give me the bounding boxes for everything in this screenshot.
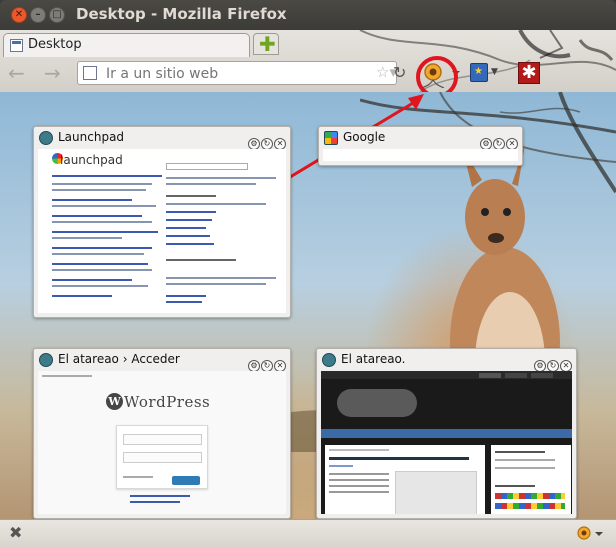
window-minimize-button[interactable]: –: [30, 7, 46, 23]
chevron-down-icon[interactable]: ▼: [491, 67, 498, 77]
wordpress-logo-icon: W: [106, 393, 123, 410]
new-tab-button[interactable]: ✚: [253, 32, 279, 56]
group-controls: ⚙ ↻ ✕: [247, 131, 286, 150]
site-nav: [321, 429, 572, 438]
bookmarks-icon[interactable]: ★: [470, 63, 488, 82]
site-logo: [337, 389, 417, 417]
window-title: Desktop - Mozilla Firefox: [76, 5, 287, 23]
window-maximize-button[interactable]: □: [49, 7, 65, 23]
group-header: Google ⚙ ↻ ✕: [319, 127, 522, 150]
forward-arrow-icon[interactable]: →: [44, 61, 61, 85]
tab-desktop[interactable]: Desktop: [3, 33, 250, 57]
tab-group-launchpad[interactable]: Launchpad ⚙ ↻ ✕ launchpad: [33, 126, 291, 318]
tab-thumbnail[interactable]: launchpad: [38, 149, 286, 313]
status-bar: ✖: [0, 519, 616, 547]
browser-chrome: Desktop ✚ ← → ☆▾ ↻ ★ ▼ ✱: [0, 30, 616, 92]
google-favicon-icon: [324, 131, 338, 145]
window-titlebar: ✕ – □ Desktop - Mozilla Firefox: [0, 0, 616, 30]
password-field[interactable]: [123, 452, 202, 463]
plus-icon: ✚: [259, 32, 276, 56]
username-field[interactable]: [123, 434, 202, 445]
group-header: El atareao. ⚙ ↻ ✕: [317, 349, 576, 372]
annotation-circle: [416, 56, 458, 92]
close-icon[interactable]: ✖: [9, 523, 22, 542]
tab-thumbnail[interactable]: W WordPress: [38, 371, 286, 514]
group-header: Launchpad ⚙ ↻ ✕: [34, 127, 290, 150]
group-header: El atareao › Acceder ⚙ ↻ ✕: [34, 349, 290, 372]
back-arrow-icon[interactable]: ←: [8, 61, 25, 85]
tab-group-atareao-login[interactable]: El atareao › Acceder ⚙ ↻ ✕ W WordPress: [33, 348, 291, 519]
url-bar[interactable]: ☆▾: [77, 61, 397, 85]
addon-icon[interactable]: ✱: [518, 62, 540, 84]
group-controls: ⚙ ↻ ✕: [479, 131, 518, 150]
group-favicon-icon: [39, 131, 53, 145]
group-title[interactable]: Launchpad: [58, 130, 124, 144]
sidebar-area: [491, 445, 571, 514]
tab-group-atareao[interactable]: El atareao. ⚙ ↻ ✕: [316, 348, 577, 519]
panorama-view: Launchpad ⚙ ↻ ✕ launchpad Google ⚙ ↻ ✕ E…: [0, 92, 616, 519]
group-title[interactable]: Google: [343, 130, 385, 144]
post-area: [325, 445, 485, 514]
tab-favicon-icon: [10, 39, 23, 52]
page-favicon-icon: [83, 66, 97, 80]
login-form: [116, 425, 208, 489]
site-logo-text: launchpad: [60, 153, 123, 167]
group-controls: ⚙ ↻ ✕: [533, 353, 572, 372]
login-button[interactable]: [172, 476, 200, 485]
wordpress-logo-text: WordPress: [124, 393, 211, 411]
group-favicon-icon: [322, 353, 336, 367]
tab-thumbnail[interactable]: [321, 371, 572, 514]
reload-icon[interactable]: ↻: [393, 63, 406, 82]
tab-thumbnail[interactable]: [323, 149, 518, 161]
group-title[interactable]: El atareao › Acceder: [58, 352, 180, 366]
group-favicon-icon: [39, 353, 53, 367]
group-title[interactable]: El atareao.: [341, 352, 406, 366]
url-input[interactable]: [104, 64, 368, 84]
panorama-icon[interactable]: [575, 524, 605, 544]
tab-label: Desktop: [28, 37, 82, 52]
window-close-button[interactable]: ✕: [11, 7, 27, 23]
group-controls: ⚙ ↻ ✕: [247, 353, 286, 372]
tab-group-google[interactable]: Google ⚙ ↻ ✕: [318, 126, 523, 166]
